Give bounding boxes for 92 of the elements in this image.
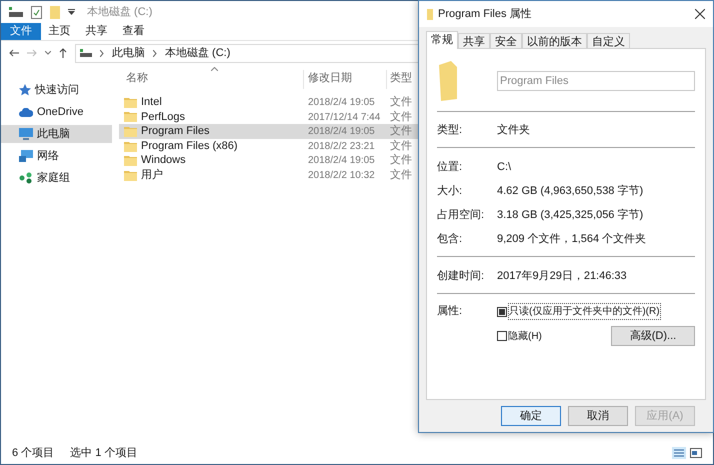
date-cell: 2018/2/4 19:05	[308, 97, 375, 108]
file-name: Program Files	[141, 124, 210, 140]
homegroup-icon	[19, 172, 33, 184]
file-name: Windows	[141, 153, 186, 168]
network-icon	[19, 150, 33, 162]
ribbon-tab[interactable]: 查看	[115, 23, 152, 40]
date-cell: 2017/12/14 7:44	[308, 112, 380, 123]
file-name: PerfLogs	[141, 110, 186, 125]
folder-icon	[437, 61, 459, 101]
type-cell-text: 文件	[389, 124, 412, 140]
column-header[interactable]: 类型	[387, 70, 412, 89]
sidebar-item[interactable]: 快速访问	[1, 81, 112, 99]
column-header[interactable]: 修改日期	[304, 70, 387, 89]
property-label: 包含:	[437, 232, 464, 247]
folder-icon	[124, 155, 137, 166]
checkbox[interactable]	[497, 331, 507, 341]
dialog-tab[interactable]: 共享	[458, 33, 490, 48]
ribbon-tab[interactable]: 主页	[41, 23, 78, 40]
dialog-tab[interactable]: 安全	[490, 33, 522, 48]
cloud-icon	[19, 108, 33, 116]
name-field[interactable]: Program Files	[497, 71, 695, 91]
date-cell: 2018/2/4 19:05	[308, 155, 375, 166]
drive-icon	[9, 7, 23, 17]
close-icon[interactable]	[695, 9, 705, 19]
property-label: 位置:	[437, 160, 464, 175]
dialog-tab[interactable]: 常规	[426, 31, 458, 49]
chevron-icon	[100, 50, 104, 56]
file-row[interactable]: PerfLogs 2017/12/14 7:44 文件	[119, 110, 713, 124]
advanced-button[interactable]: 高级(D)...	[611, 326, 695, 346]
file-name: Program Files (x86)	[141, 138, 238, 154]
property-label: 类型:	[437, 122, 464, 138]
chevron-icon	[153, 50, 157, 56]
status-text: 6 个项目	[12, 446, 54, 461]
file-name: 用户	[141, 168, 163, 184]
dialog-tab[interactable]: 自定义	[587, 33, 630, 48]
type-cell-text: 文件	[389, 110, 412, 124]
details-view-icon[interactable]	[672, 447, 686, 459]
breadcrumb-item[interactable]: 此电脑	[112, 44, 145, 62]
folder-icon	[124, 170, 137, 181]
property-label: 创建时间:	[437, 268, 486, 284]
type-cell-text: 文件	[389, 138, 412, 154]
window-title: 本地磁盘 (C:)	[87, 4, 152, 20]
sidebar-item[interactable]: 此电脑	[1, 125, 112, 143]
date-cell: 2018/2/2 10:32	[308, 170, 375, 182]
large-icons-view-icon[interactable]	[690, 448, 702, 458]
sidebar-item[interactable]: OneDrive	[1, 103, 112, 121]
star-icon	[19, 84, 31, 96]
property-value: 4.62 GB (4,963,650,538 字节)	[497, 184, 644, 199]
date-cell: 2018/2/2 23:21	[308, 140, 375, 152]
checkbox[interactable]	[497, 306, 507, 316]
dropdown-icon	[68, 9, 75, 15]
status-text: 选中 1 个项目	[70, 446, 138, 461]
monitor-icon	[19, 128, 33, 140]
file-row[interactable]: Program Files (x86) 2018/2/2 23:21 文件	[119, 138, 713, 154]
drive-icon	[80, 49, 92, 57]
column-header[interactable]: 名称	[119, 70, 304, 89]
dialog-title: Program Files 属性	[438, 6, 532, 22]
folder-icon	[50, 6, 60, 18]
folder-icon	[124, 140, 137, 152]
caret-icon[interactable]	[45, 51, 51, 55]
property-value: 文件夹	[497, 122, 530, 138]
folder-icon	[124, 96, 137, 108]
property-value: 3.18 GB (3,425,325,056 字节)	[497, 208, 644, 223]
date-cell: 2018/2/4 19:05	[308, 126, 375, 138]
sidebar-item[interactable]: 家庭组	[1, 169, 112, 187]
property-value: 2017年9月29日，21:46:33	[497, 268, 627, 284]
ribbon-tab[interactable]: 文件	[1, 23, 41, 40]
properties-icon	[31, 6, 42, 18]
property-label: 占用空间:	[437, 208, 486, 223]
property-label: 大小:	[437, 184, 464, 199]
file-name: Intel	[141, 95, 162, 110]
file-row[interactable]: Intel 2018/2/4 19:05 文件	[119, 95, 713, 110]
up-arrow-icon[interactable]	[59, 48, 67, 58]
sidebar-item[interactable]: 网络	[1, 147, 112, 165]
dialog-tab[interactable]: 以前的版本	[522, 33, 587, 48]
property-label: 属性:	[437, 304, 464, 319]
property-value: 9,209 个文件，1,564 个文件夹	[497, 232, 646, 247]
dialog-button[interactable]: 确定	[501, 406, 561, 426]
type-cell-text: 文件	[389, 94, 412, 110]
ribbon-tab[interactable]: 共享	[78, 23, 115, 40]
dialog-button[interactable]: 取消	[568, 406, 628, 426]
checkbox-label[interactable]: 隐藏(H)	[508, 328, 542, 344]
checkbox-label[interactable]: 只读(仅应用于文件夹中的文件)(R)	[508, 303, 661, 320]
property-value: C:\	[497, 160, 512, 175]
back-arrow-icon[interactable]	[9, 49, 19, 57]
folder-icon	[124, 126, 137, 137]
folder-icon	[124, 111, 137, 122]
sort-caret-icon	[211, 67, 218, 71]
type-cell-text: 文件	[389, 168, 412, 184]
breadcrumb-item[interactable]: 本地磁盘 (C:)	[165, 44, 230, 62]
type-cell-text: 文件	[389, 152, 412, 168]
folder-icon	[427, 8, 433, 20]
